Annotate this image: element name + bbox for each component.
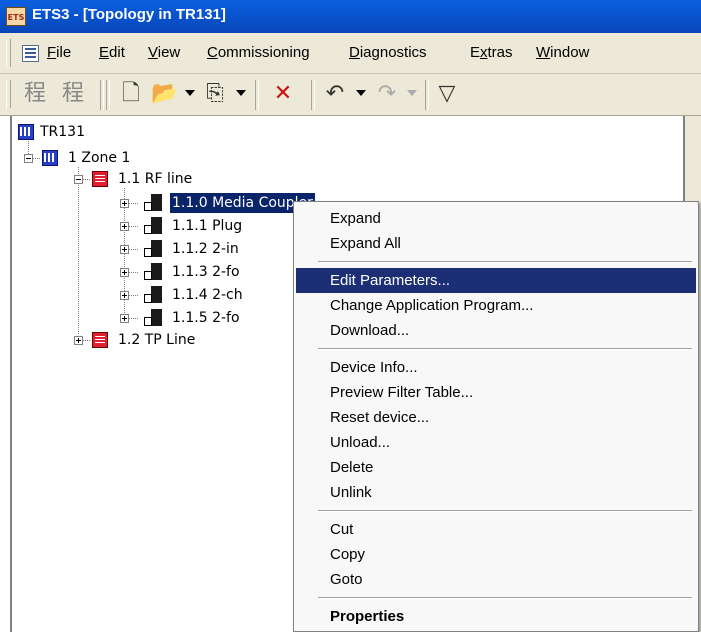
device-icon	[142, 263, 164, 281]
expand-icon[interactable]	[120, 268, 129, 277]
device-icon	[142, 240, 164, 258]
menu-item-preview-filter-table[interactable]: Preview Filter Table...	[296, 380, 696, 405]
expand-icon[interactable]	[120, 291, 129, 300]
menu-diagnostics[interactable]: Diagnostics	[349, 44, 427, 61]
expand-icon[interactable]	[120, 222, 129, 231]
open-folder-icon[interactable]: 📂	[150, 80, 180, 108]
menu-separator	[318, 597, 692, 599]
collapse-icon[interactable]	[24, 154, 33, 163]
tree-node-label: 1.2 TP Line	[118, 332, 196, 348]
menu-item-edit-parameters[interactable]: Edit Parameters...	[296, 268, 696, 293]
menu-item-change-application-program[interactable]: Change Application Program...	[296, 293, 696, 318]
undo-icon[interactable]: ↶	[320, 80, 350, 108]
menu-item-unlink[interactable]: Unlink	[296, 480, 696, 505]
menu-file[interactable]: File	[47, 44, 71, 61]
menu-item-copy[interactable]: Copy	[296, 542, 696, 567]
toolbar-separator	[425, 80, 429, 110]
window-title: ETS3 - [Topology in TR131]	[32, 6, 226, 23]
menu-item-device-info[interactable]: Device Info...	[296, 355, 696, 380]
line-icon	[92, 332, 108, 348]
menu-item-cut[interactable]: Cut	[296, 517, 696, 542]
menu-item-goto[interactable]: Goto	[296, 567, 696, 592]
tree-line	[128, 272, 138, 273]
menu-item-delete[interactable]: Delete	[296, 455, 696, 480]
title-bar[interactable]: ETS ETS3 - [Topology in TR131]	[0, 0, 701, 33]
redo-dropdown-icon[interactable]	[407, 90, 417, 96]
zone-icon	[42, 150, 58, 166]
menu-view[interactable]: View	[148, 44, 180, 61]
menu-window[interactable]: Window	[536, 44, 589, 61]
expand-icon[interactable]	[120, 245, 129, 254]
tree-line	[78, 167, 79, 334]
menu-item-properties[interactable]: Properties	[296, 604, 696, 629]
tree-node-label: 1 Zone 1	[68, 150, 131, 166]
tree-node-label: 1.1.4 2-ch	[172, 287, 243, 303]
prog-icon-2[interactable]: 程	[58, 80, 88, 108]
menu-item-expand[interactable]: Expand	[296, 206, 696, 231]
device-icon	[142, 217, 164, 235]
menubar-grip[interactable]	[6, 39, 11, 67]
toolbar-grip[interactable]	[6, 80, 11, 108]
prog-icon-1[interactable]: 程	[20, 80, 50, 108]
tree-line	[128, 249, 138, 250]
menu-bar: File Edit View Commissioning Diagnostics…	[0, 33, 701, 74]
tree-line	[128, 295, 138, 296]
project-icon	[18, 124, 34, 140]
copy-dropdown-icon[interactable]	[236, 90, 246, 96]
menu-item-download[interactable]: Download...	[296, 318, 696, 343]
menu-separator	[318, 510, 692, 512]
toolbar-separator	[100, 80, 104, 110]
tree-node-label: 1.1 RF line	[118, 171, 193, 187]
toolbar-separator	[311, 80, 315, 110]
expand-icon[interactable]	[74, 336, 83, 345]
toolbar-separator	[106, 80, 110, 110]
toolbar: 程 程 🗋 📂 ⎘ ✕ ↶ ↷ ▽	[0, 74, 701, 116]
redo-icon[interactable]: ↷	[372, 80, 402, 108]
tree-line	[128, 318, 138, 319]
undo-dropdown-icon[interactable]	[356, 90, 366, 96]
tree-node-label: 1.1.3 2-fo	[172, 264, 240, 280]
device-icon	[142, 286, 164, 304]
device-icon	[142, 309, 164, 327]
device-icon	[142, 194, 164, 212]
tree-line	[128, 226, 138, 227]
menu-item-expand-all[interactable]: Expand All	[296, 231, 696, 256]
delete-icon[interactable]: ✕	[268, 80, 298, 108]
menu-separator	[318, 348, 692, 350]
toolbar-separator	[255, 80, 259, 110]
tree-line	[32, 158, 40, 159]
filter-icon[interactable]: ▽	[436, 80, 458, 108]
tree-line	[82, 340, 90, 341]
menu-item-reset-device[interactable]: Reset device...	[296, 405, 696, 430]
menu-extras[interactable]: Extras	[470, 44, 513, 61]
expand-icon[interactable]	[120, 314, 129, 323]
expand-icon[interactable]	[120, 199, 129, 208]
menu-commissioning[interactable]: Commissioning	[207, 44, 310, 61]
tree-node-label: 1.1.2 2-in	[172, 241, 239, 257]
context-menu: Expand Expand All Edit Parameters... Cha…	[293, 201, 699, 632]
menu-edit[interactable]: Edit	[99, 44, 125, 61]
tree-line	[128, 203, 138, 204]
tree-line	[82, 179, 90, 180]
ets-app-icon[interactable]: ETS	[6, 7, 26, 26]
new-doc-icon[interactable]: 🗋	[118, 80, 144, 108]
copy-icon[interactable]: ⎘	[200, 80, 230, 108]
tree-node-label: 1.1.1 Plug	[172, 218, 243, 234]
menu-separator	[318, 261, 692, 263]
tree-node-label: 1.1.5 2-fo	[172, 310, 240, 326]
tree-node-label: TR131	[40, 124, 86, 140]
collapse-icon[interactable]	[74, 175, 83, 184]
open-dropdown-icon[interactable]	[185, 90, 195, 96]
document-menu-icon[interactable]	[22, 45, 39, 62]
line-icon	[92, 171, 108, 187]
menu-item-unload[interactable]: Unload...	[296, 430, 696, 455]
